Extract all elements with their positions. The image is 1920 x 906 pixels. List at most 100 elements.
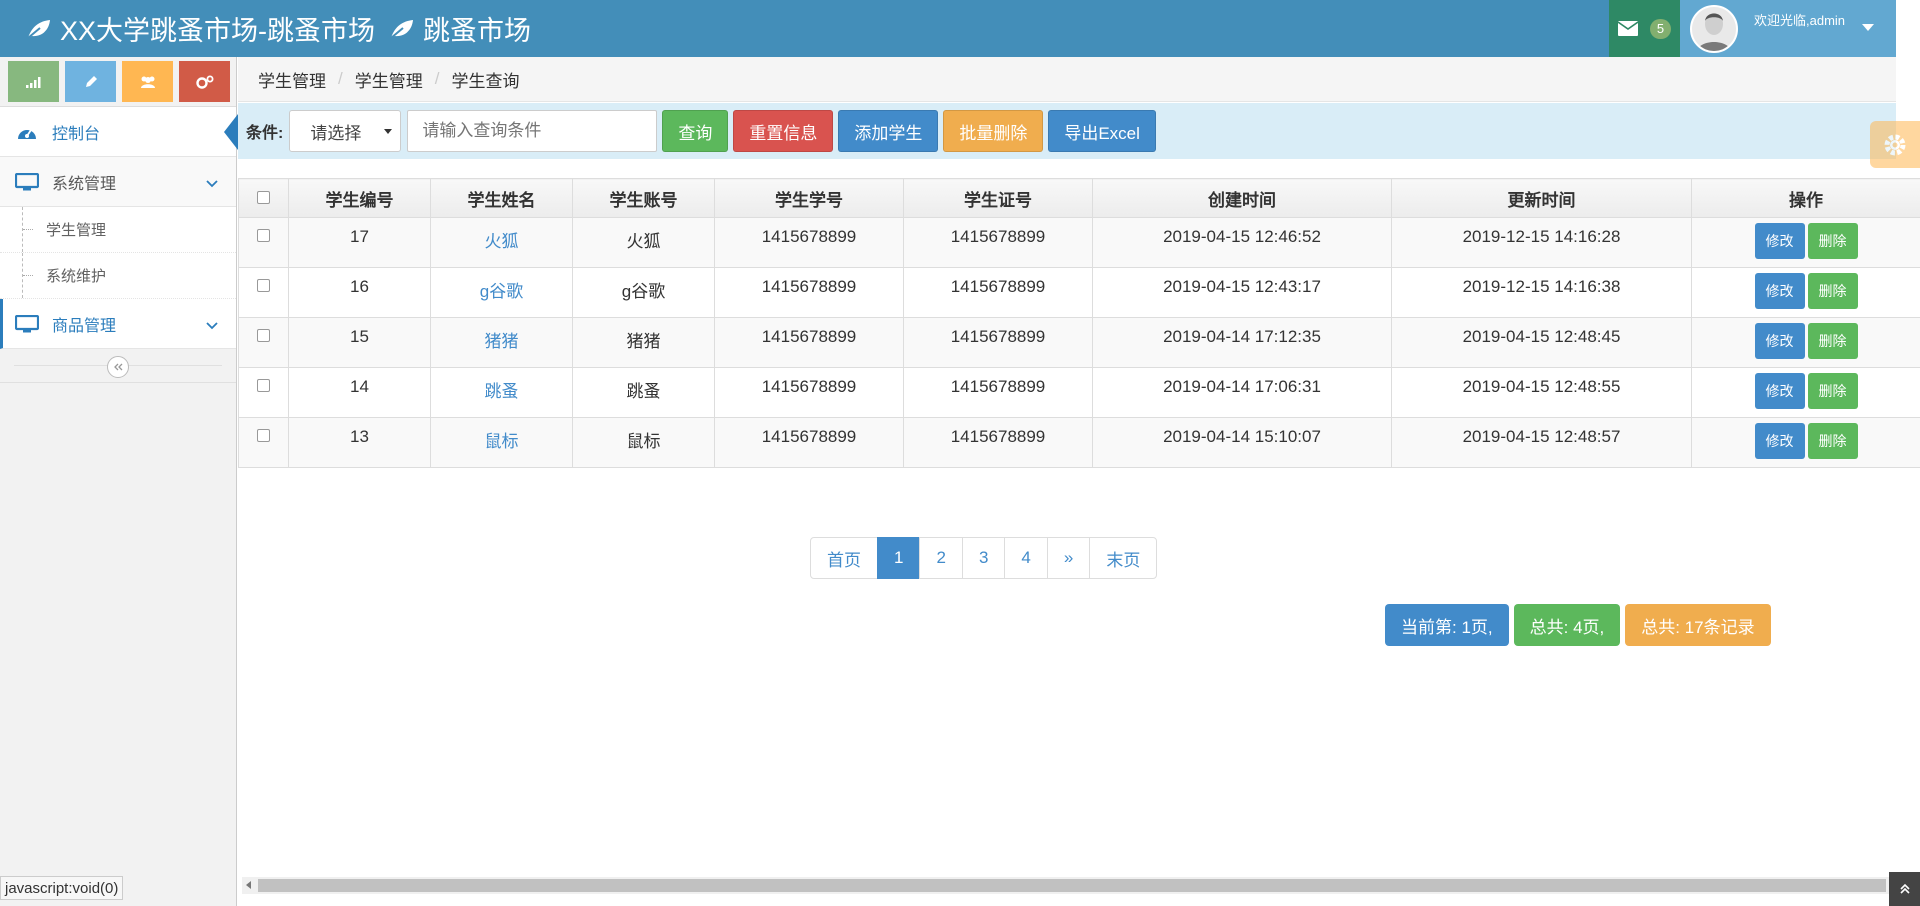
breadcrumb-separator: / [338,69,343,88]
edit-button[interactable]: 修改 [1754,373,1805,409]
column-header[interactable]: 学生姓名 [430,178,573,218]
column-header[interactable]: 创建时间 [1092,178,1392,218]
sidebar-subitem-student[interactable]: 学生管理 [0,207,236,253]
scrollbar-thumb[interactable] [258,879,1886,892]
table-row: 13 鼠标 鼠标 1415678899 1415678899 2019-04-1… [238,417,1920,468]
pagination-info: 当前第: 1页, 总共: 4页, 总共: 17条记录 [1385,604,1771,646]
breadcrumb-item[interactable]: 学生管理 [258,67,326,92]
sidebar-item-goods[interactable]: 商品管理 [0,299,236,349]
cell-updated: 2019-04-15 12:48:45 [1391,317,1692,368]
breadcrumb-item[interactable]: 学生管理 [355,67,423,92]
shortcut-settings-button[interactable] [179,61,230,102]
row-checkbox[interactable] [257,379,270,392]
pagination-page[interactable]: 4 [1004,537,1048,579]
settings-gear-button[interactable] [1870,121,1920,168]
shortcut-stats-button[interactable] [8,61,59,102]
reset-button[interactable]: 重置信息 [733,110,834,152]
export-excel-button[interactable]: 导出Excel [1048,110,1156,152]
horizontal-scrollbar[interactable] [242,877,1894,894]
delete-button[interactable]: 删除 [1807,323,1858,359]
cell-actions: 修改 删除 [1691,217,1920,268]
sidebar-item-dashboard[interactable]: 控制台 [0,107,238,157]
breadcrumb-item-current: 学生查询 [451,71,520,91]
scroll-left-arrow-icon[interactable] [246,881,251,889]
cell-created: 2019-04-14 15:10:07 [1092,417,1392,468]
pencil-icon [85,75,97,87]
table-row: 14 跳蚤 跳蚤 1415678899 1415678899 2019-04-1… [238,367,1920,418]
student-name-link[interactable]: 猪猪 [485,332,519,351]
cell-account: 猪猪 [572,317,715,368]
sidebar-subitem-label: 系统维护 [46,268,107,285]
add-student-button[interactable]: 添加学生 [838,110,939,152]
messages-button[interactable]: 5 [1609,0,1680,57]
column-header[interactable]: 学生编号 [288,178,431,218]
column-header: 操作 [1691,178,1920,218]
table-row: 16 g谷歌 g谷歌 1415678899 1415678899 2019-04… [238,267,1920,318]
cell-id: 16 [288,267,431,318]
delete-button[interactable]: 删除 [1807,223,1858,259]
sidebar-item-label: 控制台 [52,125,101,143]
column-header[interactable]: 更新时间 [1391,178,1692,218]
pagination-next[interactable]: » [1046,537,1091,579]
edit-button[interactable]: 修改 [1754,223,1805,259]
cell-updated: 2019-04-15 12:48:55 [1391,367,1692,418]
cell-card-no: 1415678899 [903,417,1093,468]
cell-updated: 2019-12-15 14:16:38 [1391,267,1692,318]
brand-primary-text: XX大学跳蚤市场-跳蚤市场 [60,16,376,46]
row-checkbox[interactable] [257,279,270,292]
sidebar-item-system[interactable]: 系统管理 [0,157,236,207]
shortcut-users-button[interactable] [122,61,173,102]
collapse-sidebar-icon[interactable] [107,356,129,378]
cogs-icon [195,75,213,89]
delete-button[interactable]: 删除 [1807,273,1858,309]
edit-button[interactable]: 修改 [1754,323,1805,359]
condition-select[interactable]: 请选择 [289,110,402,152]
cell-id: 14 [288,367,431,418]
pagination-page[interactable]: 3 [961,537,1006,579]
total-records-badge: 总共: 17条记录 [1625,604,1771,646]
brand-primary[interactable]: XX大学跳蚤市场-跳蚤市场 [26,0,375,57]
back-to-top-button[interactable] [1889,872,1920,906]
signal-icon [25,76,40,88]
select-all-cell [238,178,289,218]
query-button[interactable]: 查询 [662,110,729,152]
student-name-link[interactable]: 鼠标 [485,432,519,451]
pagination-last[interactable]: 末页 [1089,537,1158,579]
avatar [1690,4,1738,53]
delete-button[interactable]: 删除 [1807,373,1858,409]
cell-student-no: 1415678899 [714,217,904,268]
search-bar: 条件: 请选择 查询 重置信息 添加学生 批量删除 导出Excel [238,103,1896,159]
pagination-page[interactable]: 2 [919,537,963,579]
cell-created: 2019-04-15 12:43:17 [1092,267,1392,318]
cell-student-no: 1415678899 [714,267,904,318]
student-name-link[interactable]: g谷歌 [480,282,523,301]
edit-button[interactable]: 修改 [1754,273,1805,309]
search-input[interactable] [407,110,658,152]
student-name-link[interactable]: 跳蚤 [485,382,519,401]
pagination: 首页 1 2 3 4 » 末页 [810,537,1158,579]
column-header[interactable]: 学生学号 [714,178,904,218]
user-menu[interactable]: 欢迎光临,admin [1680,0,1896,57]
column-header[interactable]: 学生证号 [903,178,1093,218]
breadcrumb-separator: / [434,69,440,88]
row-checkbox[interactable] [257,429,270,442]
sidebar-subitem-maintenance[interactable]: 系统维护 [0,253,236,299]
batch-delete-button[interactable]: 批量删除 [943,110,1044,152]
condition-label: 条件: [246,125,284,142]
top-navbar: XX大学跳蚤市场-跳蚤市场 跳蚤市场 5 欢迎光临,admin [0,0,1920,57]
select-all-checkbox[interactable] [257,191,270,204]
row-checkbox[interactable] [257,329,270,342]
brand-secondary[interactable]: 跳蚤市场 [389,0,531,57]
edit-button[interactable]: 修改 [1754,423,1805,459]
student-name-link[interactable]: 火狐 [485,232,519,251]
cell-card-no: 1415678899 [903,217,1093,268]
pagination-first[interactable]: 首页 [810,537,878,579]
sidebar-item-label: 商品管理 [52,317,117,335]
cell-actions: 修改 删除 [1691,367,1920,418]
column-header[interactable]: 学生账号 [572,178,715,218]
row-checkbox[interactable] [257,229,270,242]
shortcut-edit-button[interactable] [65,61,116,102]
pagination-page[interactable]: 1 [877,537,921,579]
delete-button[interactable]: 删除 [1807,423,1858,459]
brand-secondary-text: 跳蚤市场 [423,16,531,46]
